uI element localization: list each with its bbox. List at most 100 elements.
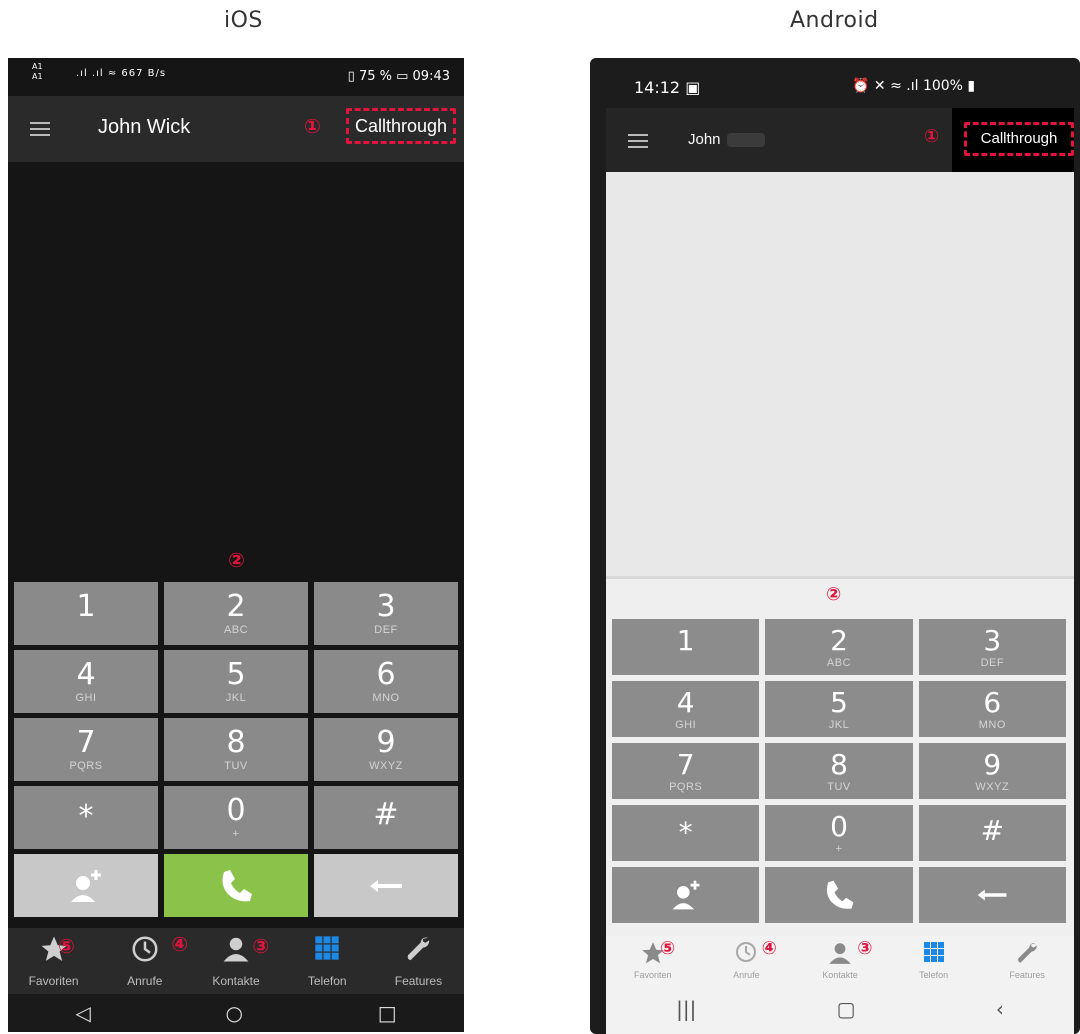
key-4[interactable]: 4 GHI: [612, 681, 760, 737]
number-display: [606, 172, 1074, 578]
dialpad-icon: [315, 936, 339, 960]
back-triangle-icon[interactable]: ◁: [75, 1001, 90, 1025]
status-icons: ⏰ ✕ ≈ .ıl 100% ▮: [852, 78, 976, 94]
key-3[interactable]: 3 DEF: [314, 582, 458, 645]
blurred-surname: [726, 133, 765, 148]
nav-label: Features: [394, 974, 443, 988]
clock-icon: [132, 936, 158, 962]
nav-label: Telefon: [307, 974, 347, 988]
key-0[interactable]: 0 +: [164, 786, 308, 849]
bottom-nav: ⑤ Favoriten ④ Anrufe ③ Kontakte Telefon …: [606, 936, 1074, 984]
add-contact-icon: [71, 869, 101, 902]
key-2[interactable]: 2 ABC: [765, 619, 913, 675]
add-contact-icon: [672, 880, 700, 910]
key-star[interactable]: *: [14, 786, 158, 849]
signal-wifi-icons: .ıl .ıl ≈ 667 B/s: [76, 68, 167, 79]
key-9[interactable]: 9 WXYZ: [918, 743, 1066, 799]
nav-label: Favoriten: [28, 974, 79, 988]
dial-keypad: 1 2 ABC 3 DEF 4 GHI 5 JKL 6 MNO 7 PQRS 8 TUV 9W…: [14, 582, 458, 917]
android-label: Android: [790, 8, 879, 33]
key-7[interactable]: 7 PQRS: [612, 743, 760, 799]
backspace-button[interactable]: [314, 854, 458, 917]
key-star[interactable]: *: [612, 805, 760, 861]
recents-bars-icon[interactable]: |||: [676, 997, 696, 1021]
nav-features[interactable]: Features: [373, 928, 464, 994]
backspace-icon: [977, 889, 1007, 901]
menu-icon[interactable]: [628, 134, 648, 148]
status-bar: 14:12 ▣ ⏰ ✕ ≈ .ıl 100% ▮: [590, 76, 1080, 106]
key-5[interactable]: 5 JKL: [765, 681, 913, 737]
nav-favoriten[interactable]: ⑤ Favoriten: [606, 936, 700, 984]
clock-icon: [736, 942, 757, 962]
recents-square-icon[interactable]: □: [378, 1001, 397, 1025]
key-9[interactable]: 9 WXYZ: [314, 718, 458, 781]
key-1[interactable]: 1: [612, 619, 760, 675]
backspace-icon: [370, 879, 402, 892]
marker-5: ⑤: [58, 934, 75, 958]
home-rounded-square-icon[interactable]: ▢: [837, 997, 856, 1021]
status-bar: A1 A1 .ıl .ıl ≈ 667 B/s ▯ 75 % ▭ 09:43: [8, 58, 464, 94]
nav-telefon[interactable]: Telefon: [282, 928, 373, 994]
person-icon: [223, 937, 249, 962]
key-0[interactable]: 0 +: [765, 805, 913, 861]
nav-label: Anrufe: [733, 970, 760, 980]
key-2[interactable]: 2 ABC: [164, 582, 308, 645]
app-bar: John ① Callthrough: [606, 108, 1074, 172]
home-circle-icon[interactable]: ○: [226, 1001, 243, 1025]
add-contact-button[interactable]: [14, 854, 158, 917]
key-hash[interactable]: #: [314, 786, 458, 849]
system-nav-bar: ||| ▢ ‹: [606, 984, 1074, 1034]
app-bar: John Wick ① Callthrough: [8, 96, 464, 162]
phone-icon: [222, 869, 252, 901]
menu-icon[interactable]: [30, 122, 50, 136]
user-name: John: [688, 131, 765, 148]
key-7[interactable]: 7 PQRS: [14, 718, 158, 781]
key-1[interactable]: 1: [14, 582, 158, 645]
back-chevron-icon[interactable]: ‹: [996, 997, 1004, 1021]
call-button[interactable]: [765, 867, 913, 923]
key-8[interactable]: 8 TUV: [765, 743, 913, 799]
person-icon: [829, 943, 851, 964]
system-nav-bar: ◁ ○ □: [8, 994, 464, 1032]
user-name: John Wick: [98, 116, 191, 138]
callthrough-button[interactable]: Callthrough: [964, 122, 1074, 156]
nav-label: Telefon: [919, 970, 949, 980]
marker-2: ②: [228, 548, 245, 572]
android-phone-screenshot: 14:12 ▣ ⏰ ✕ ≈ .ıl 100% ▮ John ① Callthro…: [590, 58, 1080, 1034]
key-hash[interactable]: #: [918, 805, 1066, 861]
nav-favoriten[interactable]: ⑤ Favoriten: [8, 928, 99, 994]
status-time: 14:12 ▣: [634, 78, 701, 97]
key-6[interactable]: 6 MNO: [314, 650, 458, 713]
backspace-button[interactable]: [918, 867, 1066, 923]
key-6[interactable]: 6 MNO: [918, 681, 1066, 737]
marker-3: ③: [252, 934, 270, 958]
phone-icon: [826, 880, 854, 909]
nav-kontakte[interactable]: ③ Kontakte: [190, 928, 281, 994]
dial-keypad: 1 2 ABC 3 DEF 4 GHI 5 JKL 6 MNO 7 PQRS 8 TUV 9W…: [612, 619, 1066, 923]
marker-1: ①: [304, 114, 321, 138]
carrier-label: A1 A1: [32, 62, 43, 81]
marker-4: ④: [171, 932, 189, 956]
marker-4: ④: [761, 938, 777, 959]
wrench-icon: [408, 937, 430, 961]
nav-features[interactable]: Features: [980, 936, 1074, 984]
nav-telefon[interactable]: Telefon: [887, 936, 981, 984]
battery-time: ▯ 75 % ▭ 09:43: [347, 69, 450, 84]
nav-label: Anrufe: [127, 974, 163, 988]
callthrough-button[interactable]: Callthrough: [346, 108, 456, 144]
key-3[interactable]: 3 DEF: [918, 619, 1066, 675]
nav-label: Kontakte: [212, 974, 260, 988]
call-button[interactable]: [164, 854, 308, 917]
network-speed: 667 B/s: [121, 68, 167, 79]
ios-phone-screenshot: A1 A1 .ıl .ıl ≈ 667 B/s ▯ 75 % ▭ 09:43 Jo…: [8, 58, 464, 1032]
nav-anrufe[interactable]: ④ Anrufe: [700, 936, 794, 984]
key-4[interactable]: 4 GHI: [14, 650, 158, 713]
marker-5: ⑤: [660, 938, 676, 959]
nav-label: Kontakte: [822, 970, 858, 980]
key-8[interactable]: 8 TUV: [164, 718, 308, 781]
nav-anrufe[interactable]: ④ Anrufe: [99, 928, 190, 994]
dialpad-icon: [923, 942, 944, 962]
key-5[interactable]: 5 JKL: [164, 650, 308, 713]
add-contact-button[interactable]: [612, 867, 760, 923]
nav-kontakte[interactable]: ③ Kontakte: [793, 936, 887, 984]
